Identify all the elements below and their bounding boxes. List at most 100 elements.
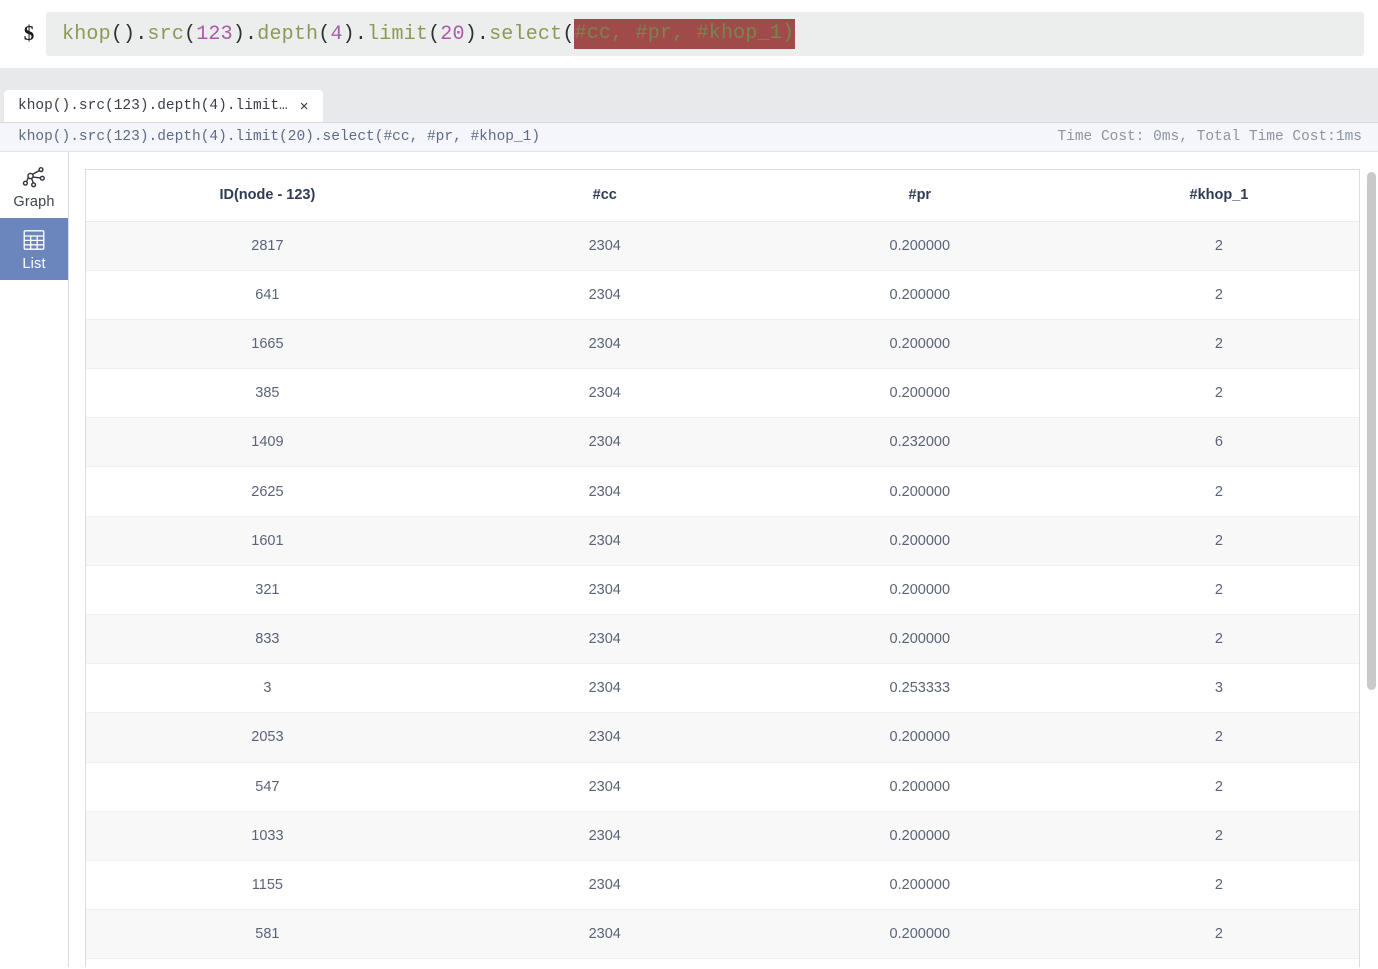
table-cell-id: 2625 <box>86 466 449 517</box>
table-cell-pr: 0.200000 <box>760 712 1079 763</box>
query-token: 123 <box>196 22 233 46</box>
query-bar: $ khop().src(123).depth(4).limit(20).sel… <box>0 0 1378 68</box>
table-row[interactable]: 1601 2304 0.200000 2 <box>86 516 1359 566</box>
table-cell-cc: 2304 <box>448 663 761 714</box>
table-cell-khop: 2 <box>1078 319 1359 370</box>
close-icon[interactable]: × <box>298 99 311 114</box>
query-tokens: khop().src(123).depth(4).limit(20).selec… <box>62 23 575 46</box>
query-token: ). <box>464 22 490 46</box>
sidebar-item-graph-label: Graph <box>13 193 55 210</box>
table-row[interactable]: 1409 2304 0.232000 6 <box>86 417 1359 468</box>
table-row[interactable]: 2625 2304 0.200000 2 <box>86 466 1359 517</box>
toolbar-gap-strip <box>0 68 1378 86</box>
table-cell-pr: 0.200000 <box>760 811 1079 861</box>
table-cell-id: 1409 <box>86 417 449 468</box>
table-cell-khop: 2 <box>1078 762 1359 812</box>
result-tab-label: khop().src(123).depth(4).limit… <box>18 98 288 114</box>
result-tab[interactable]: khop().src(123).depth(4).limit… × <box>4 90 323 122</box>
results-scrollbar-thumb[interactable] <box>1367 172 1376 690</box>
query-token: 20 <box>440 22 465 46</box>
table-cell-khop: 2 <box>1078 614 1359 665</box>
table-cell-cc: 2304 <box>448 516 761 566</box>
result-body: Graph List ID(node - 123) #cc #pr #khop_… <box>0 152 1378 967</box>
table-cell-cc: 2304 <box>448 417 761 468</box>
table-cell-pr: 0.253333 <box>760 663 1079 714</box>
table-cell-cc: 2304 <box>448 614 761 665</box>
table-cell-khop: 2 <box>1078 909 1359 960</box>
table-row[interactable]: 2053 2304 0.200000 2 <box>86 712 1359 763</box>
table-row[interactable]: 547 2304 0.200000 2 <box>86 762 1359 812</box>
table-cell-pr: 0.200000 <box>760 466 1079 517</box>
table-cell-pr: 0.200000 <box>760 565 1079 616</box>
table-cell-cc: 2304 <box>448 762 761 812</box>
table-cell-id: 1155 <box>86 860 449 911</box>
table-cell-pr: 0.200000 <box>760 270 1079 320</box>
table-cell-cc: 2304 <box>448 270 761 320</box>
table-cell-id: 1665 <box>86 319 449 370</box>
graph-network-icon <box>21 165 47 191</box>
table-row[interactable]: 833 2304 0.200000 2 <box>86 614 1359 665</box>
sidebar-item-list[interactable]: List <box>0 218 68 280</box>
tab-bar: khop().src(123).depth(4).limit… × <box>0 86 1378 122</box>
column-header-id[interactable]: ID(node - 123) <box>86 170 449 222</box>
query-token: src <box>147 22 185 46</box>
table-cell-id: 3 <box>86 663 449 714</box>
table-row[interactable]: 321 2304 0.200000 2 <box>86 565 1359 616</box>
table-row[interactable]: 1665 2304 0.200000 2 <box>86 319 1359 370</box>
sidebar-item-list-label: List <box>22 255 46 272</box>
table-cell-khop: 2 <box>1078 811 1359 861</box>
query-token: limit <box>367 22 429 46</box>
table-cell-id: 321 <box>86 565 449 616</box>
result-header-row: khop().src(123).depth(4).limit(20).selec… <box>0 122 1378 152</box>
query-input[interactable]: khop().src(123).depth(4).limit(20).selec… <box>46 12 1364 56</box>
table-cell-id: 547 <box>86 762 449 812</box>
query-token: ( <box>562 22 575 46</box>
query-selection[interactable]: #cc, #pr, #khop_1) <box>574 20 795 48</box>
view-mode-sidebar: Graph List <box>0 152 69 967</box>
results-table-pane: ID(node - 123) #cc #pr #khop_1 2817 2304 0… <box>69 152 1378 967</box>
table-cell-khop: 2 <box>1078 466 1359 517</box>
table-cell-cc: 2304 <box>448 811 761 861</box>
table-row[interactable]: 385 2304 0.200000 2 <box>86 368 1359 419</box>
table-cell-khop: 2 <box>1078 368 1359 419</box>
prompt-sigil: $ <box>23 20 35 45</box>
table-cell-pr: 0.200000 <box>760 319 1079 370</box>
table-cell-khop: 2 <box>1078 270 1359 320</box>
results-table: ID(node - 123) #cc #pr #khop_1 2817 2304 0… <box>86 170 1359 960</box>
results-table-body: 2817 2304 0.200000 2 641 2304 0.200000 2 1665 230… <box>86 221 1359 960</box>
table-row[interactable]: 2817 2304 0.200000 2 <box>86 221 1359 271</box>
column-header-khop[interactable]: #khop_1 <box>1078 170 1359 222</box>
table-cell-pr: 0.200000 <box>760 221 1079 271</box>
query-token: ( <box>318 22 331 46</box>
table-cell-cc: 2304 <box>448 221 761 271</box>
table-cell-pr: 0.200000 <box>760 909 1079 960</box>
table-row[interactable]: 3 2304 0.253333 3 <box>86 663 1359 714</box>
table-row[interactable]: 641 2304 0.200000 2 <box>86 270 1359 320</box>
table-cell-id: 2817 <box>86 221 449 271</box>
query-token: khop <box>62 22 111 46</box>
table-cell-cc: 2304 <box>448 368 761 419</box>
table-cell-cc: 2304 <box>448 565 761 616</box>
table-cell-pr: 0.200000 <box>760 614 1079 665</box>
table-cell-pr: 0.232000 <box>760 417 1079 468</box>
query-echo-text: khop().src(123).depth(4).limit(20).selec… <box>18 129 541 145</box>
table-row[interactable]: 1033 2304 0.200000 2 <box>86 811 1359 861</box>
sidebar-item-graph[interactable]: Graph <box>0 156 68 218</box>
table-cell-khop: 3 <box>1078 663 1359 714</box>
results-scrollbar[interactable] <box>1365 152 1378 967</box>
query-token: depth <box>257 22 319 46</box>
table-cell-khop: 2 <box>1078 221 1359 271</box>
table-cell-id: 1601 <box>86 516 449 566</box>
table-cell-id: 1033 <box>86 811 449 861</box>
query-token: ). <box>232 22 258 46</box>
table-header-row: ID(node - 123) #cc #pr #khop_1 <box>86 170 1359 222</box>
table-cell-id: 581 <box>86 909 449 960</box>
table-row[interactable]: 1155 2304 0.200000 2 <box>86 860 1359 911</box>
query-token: ( <box>428 22 441 46</box>
column-header-cc[interactable]: #cc <box>448 170 761 222</box>
query-selection-text: #cc, #pr, #khop_1) <box>574 22 795 45</box>
column-header-pr[interactable]: #pr <box>760 170 1079 222</box>
table-cell-pr: 0.200000 <box>760 368 1079 419</box>
results-table-head: ID(node - 123) #cc #pr #khop_1 <box>86 170 1359 222</box>
table-row[interactable]: 581 2304 0.200000 2 <box>86 909 1359 960</box>
